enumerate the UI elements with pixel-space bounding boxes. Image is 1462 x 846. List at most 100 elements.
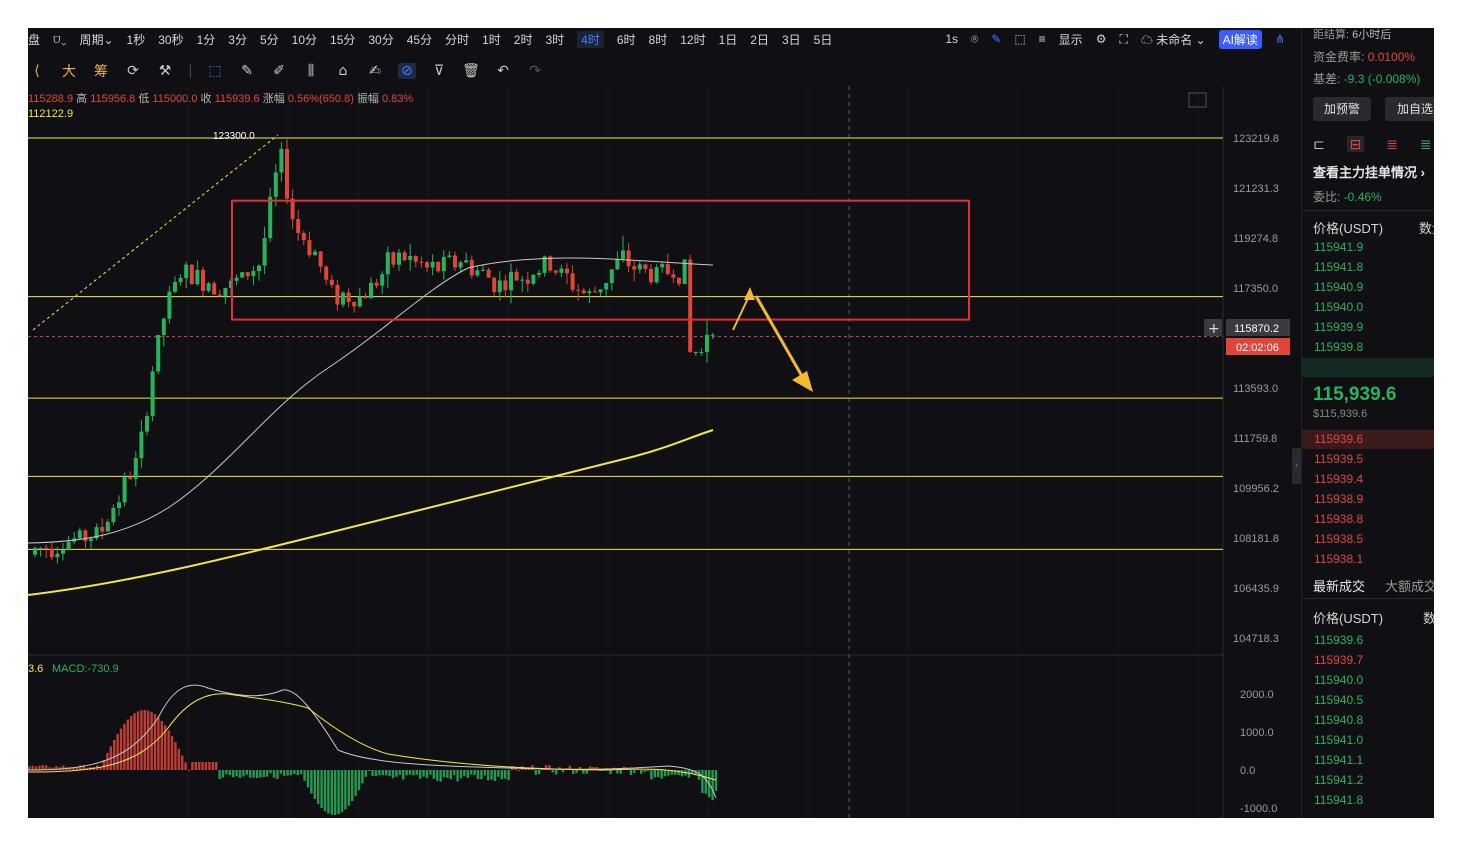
candle-body xyxy=(391,252,396,265)
bid-row[interactable]: 115938.8 xyxy=(1314,512,1363,526)
macd-bar xyxy=(126,719,129,770)
bid-row[interactable]: 115939.6 xyxy=(1314,432,1363,446)
price-chart[interactable]: 123300.0 123219.8 121231.3 119274.8 117350.… xyxy=(28,28,1298,818)
book-split-icon[interactable]: ⊟ xyxy=(1346,136,1365,152)
macd-bar xyxy=(538,770,541,775)
candle-body xyxy=(441,256,446,272)
macd-bar xyxy=(293,770,296,774)
candle-body xyxy=(402,252,407,260)
current-price-tag: 115870.2 xyxy=(1234,323,1279,335)
candle-body xyxy=(497,280,502,293)
candle-body xyxy=(705,334,709,353)
macd-bar xyxy=(629,770,633,775)
macd-bar xyxy=(344,770,347,810)
macd-bar xyxy=(313,770,316,799)
candle-body xyxy=(430,261,435,268)
macd-bar xyxy=(208,762,211,770)
chevron-right-icon: › xyxy=(1420,165,1425,180)
candle-body xyxy=(38,547,43,549)
ask-row[interactable]: 115940.0 xyxy=(1314,300,1363,314)
price-axis-label: 119274.8 xyxy=(1233,233,1278,245)
candle-body xyxy=(105,521,110,532)
bid-row[interactable]: 115938.9 xyxy=(1314,492,1363,506)
candle-body xyxy=(223,287,228,296)
ask-row[interactable]: 115941.8 xyxy=(1314,260,1363,274)
candle-body xyxy=(380,274,385,286)
macd-bar xyxy=(459,770,463,779)
macd-bar xyxy=(419,770,422,779)
candle-body xyxy=(699,352,704,354)
bid-row[interactable]: 115938.5 xyxy=(1314,532,1363,546)
book-both-icon[interactable]: ⊏ xyxy=(1313,136,1325,152)
candle-body xyxy=(329,279,334,285)
candle-body xyxy=(240,272,245,278)
macd-bar xyxy=(395,770,398,777)
macd-bar xyxy=(133,713,136,770)
macd-bar xyxy=(157,717,160,770)
candle-body xyxy=(273,172,278,197)
depth-title[interactable]: 查看主力挂单情况 › xyxy=(1313,162,1425,181)
ask-row[interactable]: 115939.9 xyxy=(1314,320,1363,334)
last-price-usd: $115,939.6 xyxy=(1313,408,1368,420)
macd-bar xyxy=(493,770,497,781)
plus-icon: + xyxy=(1208,321,1220,337)
candle-body xyxy=(436,261,441,272)
bid-row[interactable]: 115939.5 xyxy=(1314,452,1363,466)
macd-bar xyxy=(238,770,242,778)
candle-body xyxy=(710,334,715,336)
candle-body xyxy=(61,549,65,554)
funding-row: 资金费率: 0.0100% xyxy=(1313,50,1416,64)
macd-bar xyxy=(374,770,378,776)
macd-bar xyxy=(119,728,123,770)
tab-latest-trades[interactable]: 最新成交 xyxy=(1313,576,1365,595)
candle-body xyxy=(503,280,508,291)
macd-bar xyxy=(174,742,177,770)
candle-body xyxy=(133,458,138,479)
ask-row[interactable]: 115940.9 xyxy=(1314,280,1363,294)
candle-body xyxy=(425,262,429,268)
macd-bar xyxy=(473,770,476,775)
candle-body xyxy=(621,250,625,259)
candle-body xyxy=(464,260,469,263)
macd-bar xyxy=(480,770,483,780)
ask-row[interactable]: 115939.8 xyxy=(1314,340,1363,354)
candle-body xyxy=(565,268,569,274)
macd-bar xyxy=(113,740,116,770)
orderbook-view-icons[interactable]: ⊏ ⊟ ≣ ≣ xyxy=(1313,136,1432,153)
macd-bar xyxy=(160,720,163,770)
macd-bar xyxy=(276,770,279,779)
add-alert-button[interactable]: 加预警 xyxy=(1313,97,1371,121)
macd-bar xyxy=(38,765,41,770)
price-axis-label: 106435.9 xyxy=(1233,583,1279,595)
macd-bar xyxy=(507,770,510,781)
bid-row[interactable]: 115939.4 xyxy=(1314,472,1363,486)
macd-bar xyxy=(517,770,520,772)
book-asks-icon[interactable]: ≣ xyxy=(1386,136,1398,152)
macd-bar xyxy=(340,770,344,813)
macd-bar xyxy=(483,770,486,776)
macd-bar xyxy=(218,770,221,779)
macd-bar xyxy=(500,770,503,780)
tab-big-trades[interactable]: 大额成交 xyxy=(1385,576,1434,595)
book-bids-icon[interactable]: ≣ xyxy=(1420,136,1432,152)
macd-bar xyxy=(242,770,245,777)
trade-row: 115941.8 xyxy=(1314,793,1364,807)
ask-row[interactable]: 115941.9 xyxy=(1314,240,1363,254)
macd-bar xyxy=(327,770,330,814)
panel-collapse-handle[interactable]: › xyxy=(1292,448,1301,484)
candle-body xyxy=(206,283,211,291)
macd-bar xyxy=(463,770,466,776)
macd-bar xyxy=(585,770,588,774)
price-axis-label: 117350.0 xyxy=(1233,283,1278,295)
add-watchlist-button[interactable]: 加自选 xyxy=(1385,97,1434,121)
macd-bar xyxy=(198,762,201,770)
candle-body xyxy=(609,269,614,284)
macd-bar xyxy=(398,770,401,775)
candle-body xyxy=(122,477,127,503)
macd-bar xyxy=(701,770,704,793)
macd-bar xyxy=(381,770,384,776)
candle-body xyxy=(83,530,88,542)
bid-row[interactable]: 115938.1 xyxy=(1314,552,1363,566)
candle-body xyxy=(660,264,665,268)
macd-bar xyxy=(555,770,558,775)
